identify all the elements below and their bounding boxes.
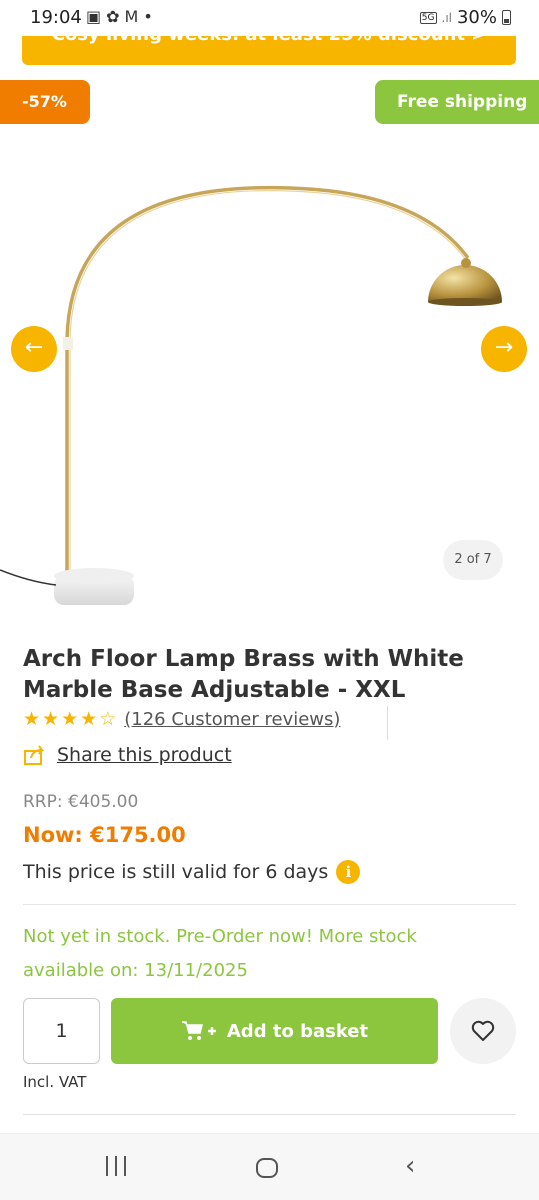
gallery-prev-button[interactable]: ←	[11, 326, 57, 372]
product-gallery[interactable]: -57% Free shipping ← → 2 of 7	[0, 70, 539, 615]
cart-plus-icon	[181, 1021, 216, 1040]
current-price: Now: €175.00	[23, 823, 186, 847]
share-icon	[24, 745, 44, 765]
status-notification-icons: ▣ ✿ M •	[86, 8, 153, 26]
system-nav-bar: ‹	[0, 1133, 539, 1200]
share-product-label: Share this product	[57, 744, 232, 766]
heart-icon	[471, 1020, 495, 1041]
recent-apps-icon	[115, 1156, 117, 1176]
price-validity: This price is still valid for 6 days i	[23, 860, 361, 884]
quantity-input[interactable]: 1	[23, 998, 100, 1064]
rrp-price: RRP: €405.00	[23, 792, 139, 812]
signal-icon: .ıl	[441, 10, 452, 25]
status-time: 19:04	[30, 7, 82, 28]
wishlist-button[interactable]	[450, 998, 516, 1064]
discount-badge: -57%	[0, 80, 90, 124]
product-title: Arch Floor Lamp Brass with White Marble …	[23, 646, 464, 703]
rating-row: ★ ★ ★ ★ ☆ (126 Customer reviews)	[23, 708, 340, 730]
divider	[23, 904, 516, 905]
info-icon[interactable]: i	[336, 860, 361, 884]
star-full-icon: ★	[42, 708, 60, 730]
star-full-icon: ★	[80, 708, 98, 730]
price-validity-text: This price is still valid for 6 days	[23, 861, 329, 883]
gallery-next-button[interactable]: →	[481, 326, 527, 372]
recent-apps-icon	[106, 1156, 108, 1176]
image-counter: 2 of 7	[443, 540, 503, 580]
product-image-lamp	[0, 185, 502, 605]
status-bar: 19:04 ▣ ✿ M • 5G .ıl 30%	[0, 0, 539, 36]
rating-stars: ★ ★ ★ ★ ☆	[23, 708, 116, 730]
arrow-left-icon: ←	[24, 335, 44, 360]
star-full-icon: ★	[61, 708, 79, 730]
star-half-icon: ☆	[99, 708, 117, 730]
free-shipping-badge: Free shipping	[375, 80, 539, 124]
star-full-icon: ★	[23, 708, 41, 730]
recent-apps-button[interactable]	[103, 1156, 129, 1178]
recent-apps-icon	[124, 1156, 126, 1176]
add-to-basket-button[interactable]: Add to basket	[111, 998, 438, 1064]
vat-note: Incl. VAT	[23, 1073, 87, 1091]
status-right: 5G .ıl 30%	[419, 7, 511, 28]
battery-icon	[502, 10, 511, 25]
customer-reviews-link[interactable]: (126 Customer reviews)	[124, 709, 340, 730]
network-badge: 5G	[419, 11, 437, 24]
home-button[interactable]	[256, 1158, 278, 1178]
add-to-basket-label: Add to basket	[226, 1020, 369, 1042]
stock-availability-note: Not yet in stock. Pre-Order now! More st…	[23, 926, 417, 981]
back-button[interactable]: ‹	[405, 1151, 415, 1181]
battery-text: 30%	[456, 7, 497, 28]
divider	[23, 1114, 516, 1115]
dot-icon: •	[143, 7, 153, 26]
gmail-icon: M	[124, 7, 139, 26]
arrow-right-icon: →	[494, 335, 514, 360]
rating-divider	[387, 706, 388, 740]
image-icon: ▣	[86, 7, 102, 26]
share-product-link[interactable]: Share this product	[23, 743, 232, 767]
settings-icon: ✿	[106, 7, 120, 26]
